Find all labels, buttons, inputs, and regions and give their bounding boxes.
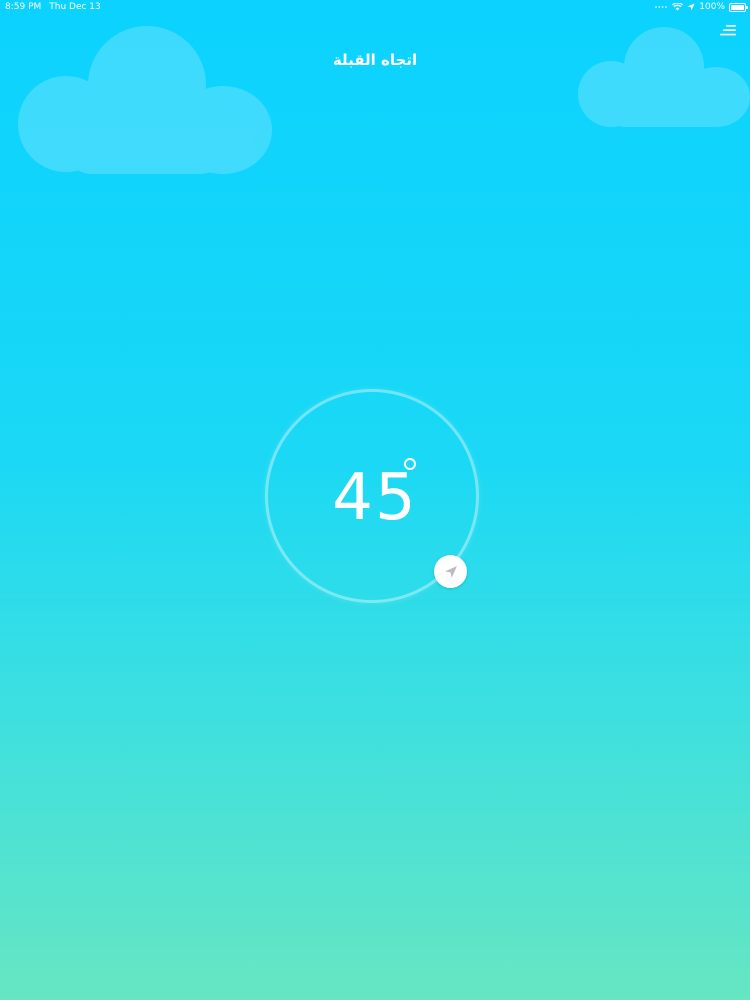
- battery-percentage: 100%: [699, 2, 725, 12]
- status-time: 8:59 PM: [5, 2, 42, 12]
- page-title: اتجاه القبلة: [332, 51, 418, 69]
- battery-fill: [731, 4, 744, 10]
- direction-knob[interactable]: [434, 555, 467, 588]
- status-right: 100%: [654, 0, 748, 14]
- cloud-right: [578, 27, 750, 127]
- location-arrow-icon: [444, 565, 457, 578]
- degree-symbol: [404, 458, 416, 470]
- battery-icon: [729, 2, 748, 12]
- wifi-icon: [672, 3, 684, 11]
- status-left: 8:59 PM Thu Dec 13: [5, 0, 101, 14]
- status-bar: 8:59 PM Thu Dec 13 100%: [0, 0, 750, 14]
- qibla-degree-value: 45: [332, 461, 418, 535]
- location-services-icon: [687, 3, 695, 11]
- status-date: Thu Dec 13: [49, 2, 101, 12]
- signal-dots-icon: [654, 5, 668, 9]
